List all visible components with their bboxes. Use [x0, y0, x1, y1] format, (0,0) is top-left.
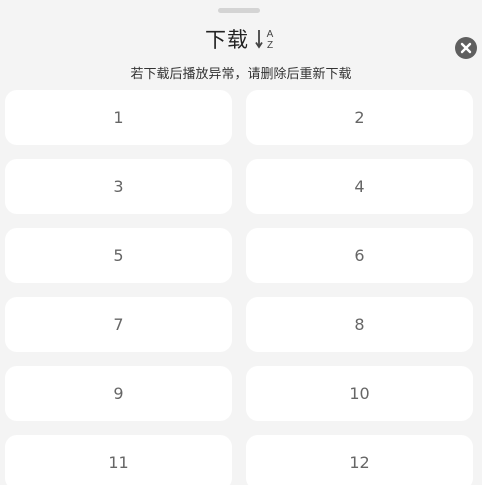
close-button[interactable]: [455, 37, 477, 59]
episode-button[interactable]: 11: [5, 435, 232, 485]
drag-handle[interactable]: [218, 8, 260, 13]
sort-az-icon: A Z: [255, 29, 274, 51]
sort-letter-top: A: [267, 29, 274, 40]
episode-button[interactable]: 2: [246, 90, 473, 145]
sort-button[interactable]: A Z: [255, 26, 277, 52]
episode-button[interactable]: 4: [246, 159, 473, 214]
close-icon: [460, 42, 472, 54]
episode-button[interactable]: 5: [5, 228, 232, 283]
episode-button[interactable]: 6: [246, 228, 473, 283]
episode-button[interactable]: 12: [246, 435, 473, 485]
episode-button[interactable]: 9: [5, 366, 232, 421]
download-hint: 若下载后播放异常，请删除后重新下载: [130, 67, 352, 82]
episode-button[interactable]: 10: [246, 366, 473, 421]
sheet-title: 下载: [205, 28, 249, 52]
sort-letter-bottom: Z: [267, 40, 273, 51]
episode-button[interactable]: 1: [5, 90, 232, 145]
episode-button[interactable]: 3: [5, 159, 232, 214]
episode-button[interactable]: 7: [5, 297, 232, 352]
episode-grid: 1 2 3 4 5 6 7 8 9 10 11 12: [5, 90, 473, 485]
episode-button[interactable]: 8: [246, 297, 473, 352]
sheet-header: 下载 A Z: [0, 24, 482, 54]
download-sheet: 下载 A Z 若下载后播放异常，请删除后重新下载 1 2 3 4 5 6 7 8…: [0, 0, 482, 485]
